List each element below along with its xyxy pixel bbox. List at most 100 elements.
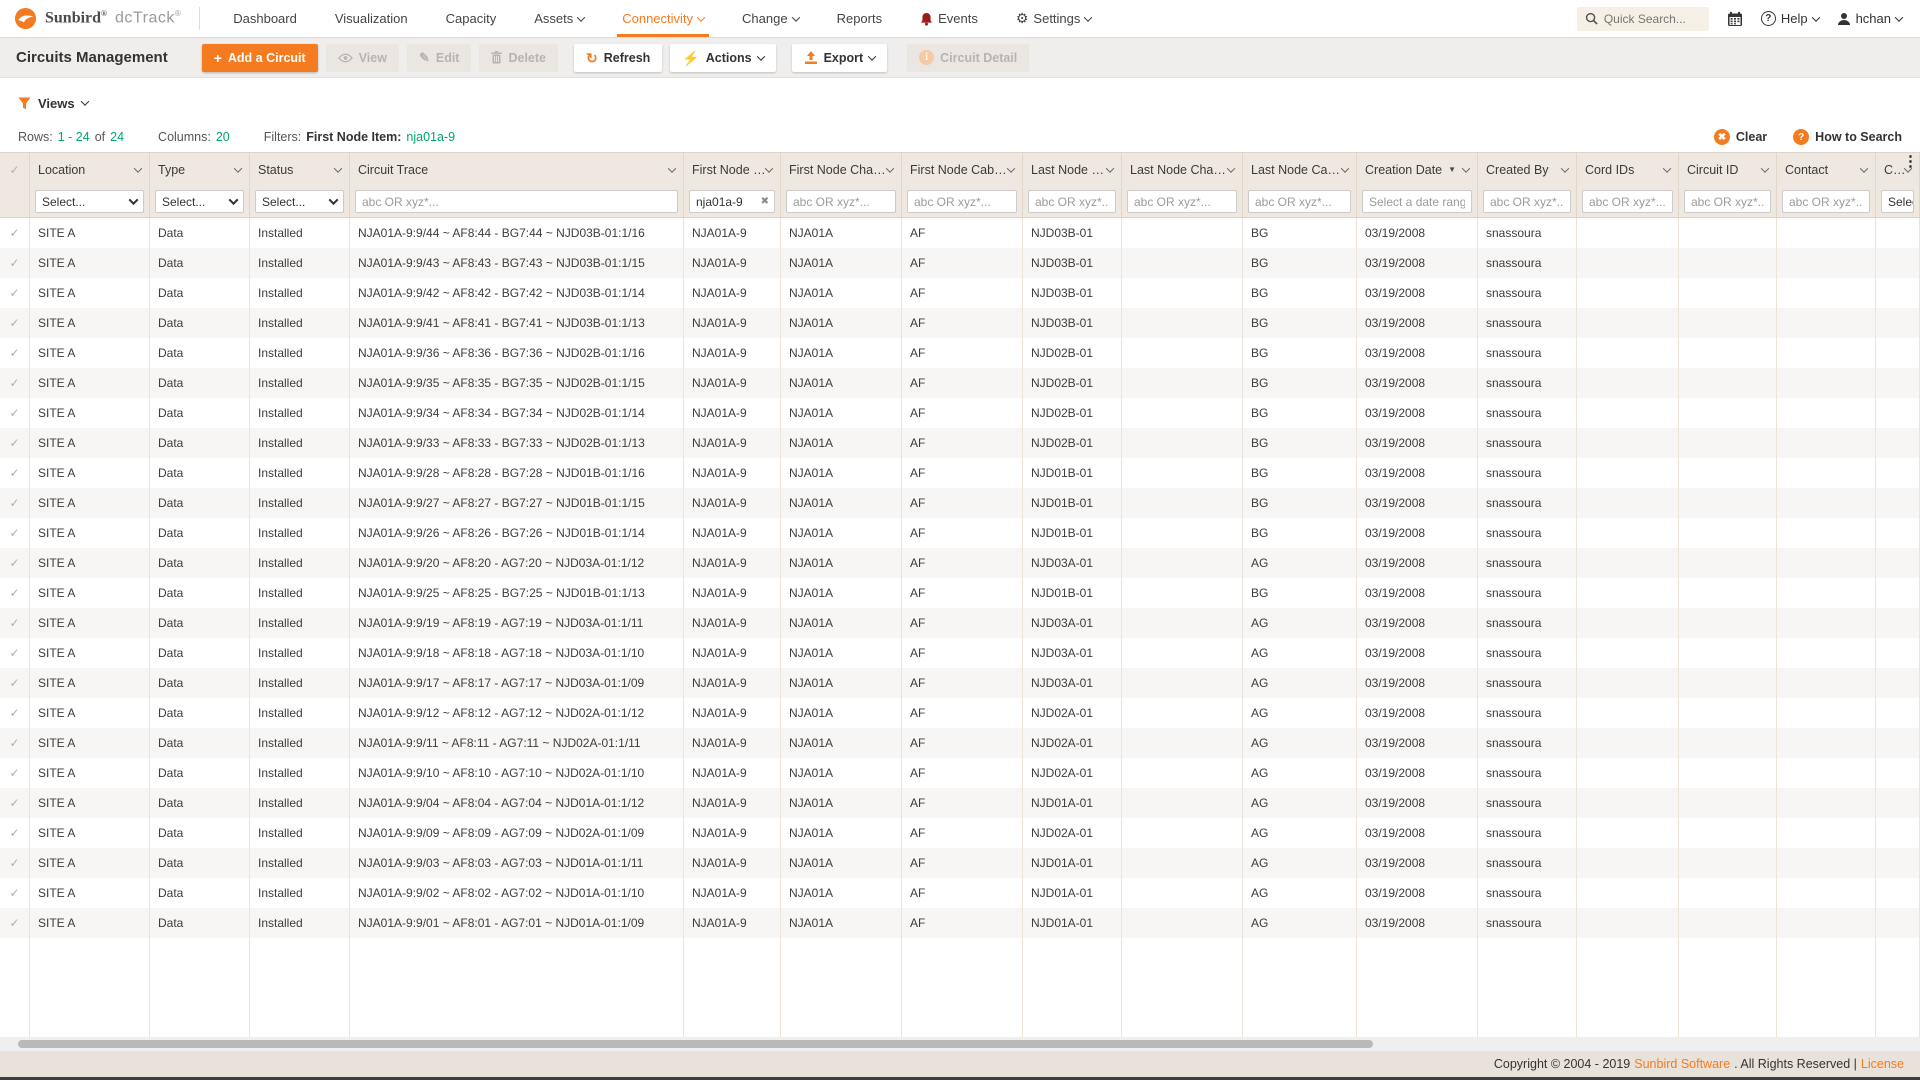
column-menu-chevron-icon[interactable]	[1760, 163, 1770, 173]
table-row[interactable]: ✓ SITE A Data Installed NJA01A-9:9/27 ~ AF8:…	[0, 488, 1920, 518]
table-row[interactable]: ✓ SITE A Data Installed NJA01A-9:9/11 ~ AF8:…	[0, 728, 1920, 758]
select-dropdown[interactable]: Select...	[155, 190, 244, 213]
column-menu-chevron-icon[interactable]	[1560, 163, 1570, 173]
row-check-cell[interactable]: ✓	[0, 668, 30, 698]
row-check-cell[interactable]: ✓	[0, 848, 30, 878]
column-menu-chevron-icon[interactable]	[667, 163, 677, 173]
row-check-cell[interactable]: ✓	[0, 578, 30, 608]
nav-item-events[interactable]: Events	[901, 0, 997, 37]
row-check-cell[interactable]: ✓	[0, 428, 30, 458]
column-menu-chevron-icon[interactable]	[333, 163, 343, 173]
nav-item-settings[interactable]: ⚙ Settings	[997, 0, 1111, 37]
filter-text-input[interactable]	[1362, 190, 1472, 213]
column-header-last-node-item[interactable]: Last Node Item	[1023, 153, 1122, 186]
clear-filters-button[interactable]: ✖ Clear	[1713, 129, 1767, 145]
add-circuit-button[interactable]: + Add a Circuit	[201, 43, 318, 72]
clear-filter-x-icon[interactable]: ✖	[761, 196, 769, 207]
column-header-first-node-item[interactable]: First Node Item	[684, 153, 781, 186]
nav-item-visualization[interactable]: Visualization	[316, 0, 427, 37]
filter-text-input[interactable]	[1582, 190, 1673, 213]
horizontal-scrollbar[interactable]	[0, 1037, 1920, 1051]
scrollbar-thumb[interactable]	[18, 1040, 1373, 1048]
row-check-cell[interactable]: ✓	[0, 308, 30, 338]
select-all-header[interactable]: ✓	[0, 153, 30, 186]
company-link[interactable]: Sunbird Software	[1634, 1057, 1730, 1071]
view-button[interactable]: View	[325, 43, 399, 72]
column-menu-chevron-icon[interactable]	[1105, 163, 1115, 173]
column-menu-chevron-icon[interactable]	[133, 163, 143, 173]
row-check-cell[interactable]: ✓	[0, 278, 30, 308]
table-row[interactable]: ✓ SITE A Data Installed NJA01A-9:9/02 ~ AF8:…	[0, 878, 1920, 908]
nav-item-connectivity[interactable]: Connectivity	[603, 0, 723, 37]
nav-item-assets[interactable]: Assets	[515, 0, 603, 37]
table-row[interactable]: ✓ SITE A Data Installed NJA01A-9:9/42 ~ AF8:…	[0, 278, 1920, 308]
table-row[interactable]: ✓ SITE A Data Installed NJA01A-9:9/18 ~ AF8:…	[0, 638, 1920, 668]
filter-text-input[interactable]	[1483, 190, 1571, 213]
table-row[interactable]: ✓ SITE A Data Installed NJA01A-9:9/41 ~ AF8:…	[0, 308, 1920, 338]
calendar-icon[interactable]	[1727, 11, 1743, 27]
table-row[interactable]: ✓ SITE A Data Installed NJA01A-9:9/20 ~ AF8:…	[0, 548, 1920, 578]
column-header-last-node-chassis[interactable]: Last Node Chassis	[1122, 153, 1243, 186]
row-check-cell[interactable]: ✓	[0, 758, 30, 788]
nav-item-capacity[interactable]: Capacity	[427, 0, 516, 37]
license-link[interactable]: License	[1861, 1057, 1904, 1071]
column-header-contact[interactable]: Contact	[1777, 153, 1876, 186]
table-row[interactable]: ✓ SITE A Data Installed NJA01A-9:9/01 ~ AF8:…	[0, 908, 1920, 938]
table-row[interactable]: ✓ SITE A Data Installed NJA01A-9:9/44 ~ AF8:…	[0, 218, 1920, 248]
row-check-cell[interactable]: ✓	[0, 728, 30, 758]
column-menu-chevron-icon[interactable]	[233, 163, 243, 173]
row-check-cell[interactable]: ✓	[0, 458, 30, 488]
table-row[interactable]: ✓ SITE A Data Installed NJA01A-9:9/03 ~ AF8:…	[0, 848, 1920, 878]
table-row[interactable]: ✓ SITE A Data Installed NJA01A-9:9/12 ~ AF8:…	[0, 698, 1920, 728]
table-row[interactable]: ✓ SITE A Data Installed NJA01A-9:9/33 ~ AF8:…	[0, 428, 1920, 458]
quick-search[interactable]	[1576, 6, 1709, 31]
column-menu-chevron-icon[interactable]	[764, 163, 774, 173]
column-menu-chevron-icon[interactable]	[1662, 163, 1672, 173]
views-dropdown[interactable]: Views	[18, 96, 89, 111]
nav-item-dashboard[interactable]: Dashboard	[214, 0, 316, 37]
select-dropdown[interactable]: Select...	[255, 190, 344, 213]
column-menu-chevron-icon[interactable]	[885, 163, 895, 173]
column-header-cord-ids[interactable]: Cord IDs	[1577, 153, 1679, 186]
refresh-button[interactable]: ↻ Refresh	[574, 43, 663, 72]
nav-item-change[interactable]: Change	[723, 0, 818, 37]
export-button[interactable]: Export	[791, 43, 888, 72]
table-row[interactable]: ✓ SITE A Data Installed NJA01A-9:9/19 ~ AF8:…	[0, 608, 1920, 638]
column-header-first-node-chassis[interactable]: First Node Chassis	[781, 153, 902, 186]
nav-item-reports[interactable]: Reports	[818, 0, 902, 37]
column-menu-chevron-icon[interactable]	[1859, 163, 1869, 173]
column-header-cont[interactable]: Cont⋮	[1876, 153, 1920, 186]
row-check-cell[interactable]: ✓	[0, 788, 30, 818]
table-row[interactable]: ✓ SITE A Data Installed NJA01A-9:9/35 ~ AF8:…	[0, 368, 1920, 398]
filter-text-input[interactable]	[1248, 190, 1351, 213]
column-header-creation-date[interactable]: Creation Date ▼	[1357, 153, 1478, 186]
column-header-circuit-id[interactable]: Circuit ID	[1679, 153, 1777, 186]
filter-text-input[interactable]	[907, 190, 1017, 213]
row-check-cell[interactable]: ✓	[0, 638, 30, 668]
table-row[interactable]: ✓ SITE A Data Installed NJA01A-9:9/34 ~ AF8:…	[0, 398, 1920, 428]
quick-search-input[interactable]	[1603, 11, 1701, 26]
row-check-cell[interactable]: ✓	[0, 398, 30, 428]
delete-button[interactable]: Delete	[479, 43, 558, 72]
row-check-cell[interactable]: ✓	[0, 248, 30, 278]
filter-text-input[interactable]	[1684, 190, 1771, 213]
row-check-cell[interactable]: ✓	[0, 908, 30, 938]
filter-text-input[interactable]	[1028, 190, 1116, 213]
row-check-cell[interactable]: ✓	[0, 608, 30, 638]
table-row[interactable]: ✓ SITE A Data Installed NJA01A-9:9/10 ~ AF8:…	[0, 758, 1920, 788]
help-menu[interactable]: ? Help	[1760, 11, 1820, 26]
column-header-location[interactable]: Location	[30, 153, 150, 186]
column-header-last-node-cabinet[interactable]: Last Node Cabinet	[1243, 153, 1357, 186]
row-check-cell[interactable]: ✓	[0, 518, 30, 548]
row-check-cell[interactable]: ✓	[0, 368, 30, 398]
row-check-cell[interactable]: ✓	[0, 818, 30, 848]
table-row[interactable]: ✓ SITE A Data Installed NJA01A-9:9/28 ~ AF8:…	[0, 458, 1920, 488]
column-menu-chevron-icon[interactable]	[1226, 163, 1236, 173]
select-dropdown[interactable]: Select...	[35, 190, 144, 213]
user-menu[interactable]: hchan	[1837, 11, 1904, 26]
column-menu-chevron-icon[interactable]	[1006, 163, 1016, 173]
circuit-detail-button[interactable]: i Circuit Detail	[907, 43, 1030, 72]
column-kebab-icon[interactable]: ⋮	[1903, 154, 1918, 169]
table-row[interactable]: ✓ SITE A Data Installed NJA01A-9:9/09 ~ AF8:…	[0, 818, 1920, 848]
actions-button[interactable]: ⚡ Actions	[670, 43, 776, 72]
